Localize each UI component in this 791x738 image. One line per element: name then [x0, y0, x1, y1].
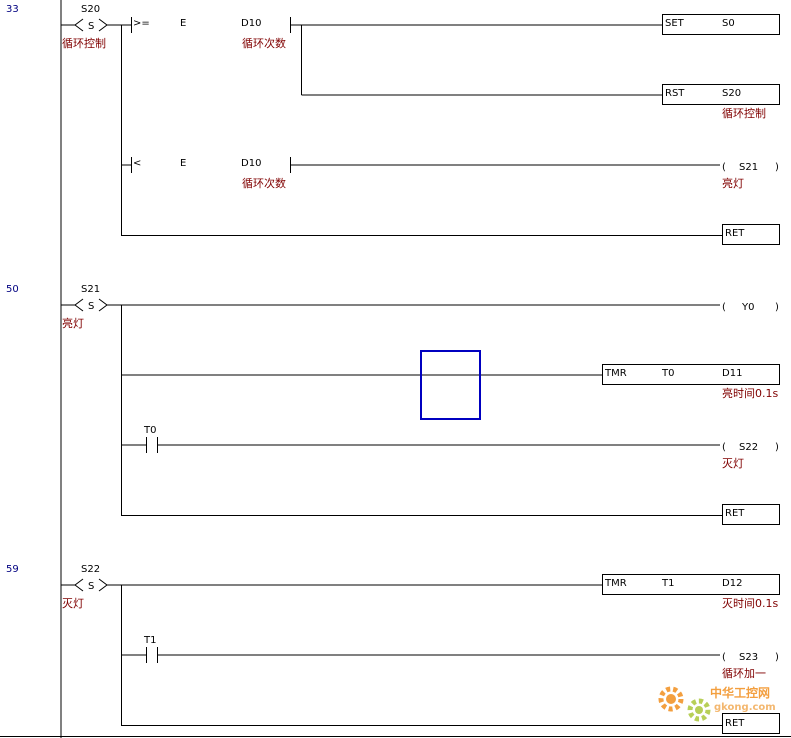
instruction-ret[interactable]: RET: [722, 504, 780, 525]
instruction-op: TMR: [604, 578, 627, 589]
instruction-tmr-t1[interactable]: TMR T1 D12 灭时间0.1s: [602, 574, 780, 611]
step-number-50: 50: [6, 284, 19, 295]
step-comment: 亮灯: [62, 316, 84, 330]
step-state-mark: S: [88, 301, 94, 312]
compare-operand-a: E: [180, 158, 186, 169]
step-ladder-s21[interactable]: S21 S 亮灯: [61, 284, 108, 330]
step-comment: 灭灯: [62, 597, 84, 610]
coil-close: ): [775, 162, 779, 173]
compare-comment: 循环次数: [242, 176, 286, 190]
coil-operand: S23: [739, 652, 758, 663]
coil-comment: 亮灯: [722, 176, 744, 190]
instruction-op: SET: [665, 18, 685, 29]
coil-s23[interactable]: ( S23 ) 循环加一: [722, 652, 779, 680]
instruction-rst[interactable]: RST S20 循环控制: [662, 84, 780, 121]
contact-label: T1: [143, 635, 156, 646]
instruction-box: [602, 574, 780, 595]
step-right-bracket: [98, 578, 108, 592]
coil-close: ): [775, 652, 779, 663]
editor-cursor[interactable]: [420, 350, 481, 420]
coil-operand: Y0: [741, 302, 754, 313]
ladder-diagram[interactable]: 33 S20 S 循环控制 >= E D10 循环次数 SET S0 RST S…: [0, 0, 791, 738]
instruction-comment: 循环控制: [722, 106, 766, 120]
watermark-name: 中华工控网: [710, 685, 770, 700]
coil-comment: 循环加一: [722, 667, 766, 680]
step-ladder-s22[interactable]: S22 S 灭灯: [61, 564, 108, 610]
watermark-url: gkong.com: [714, 702, 776, 713]
step-right-bracket: [98, 298, 108, 312]
instruction-op: RET: [725, 508, 745, 519]
gear-icon: [687, 698, 711, 722]
coil-open: (: [722, 162, 726, 173]
compare-operand-a: E: [180, 18, 186, 29]
step-number-59: 59: [6, 564, 19, 575]
instruction-arg: S20: [722, 88, 741, 99]
coil-y0[interactable]: ( Y0 ): [722, 302, 779, 313]
coil-close: ): [775, 302, 779, 313]
coil-operand: S21: [739, 162, 758, 173]
contact-label: T0: [143, 425, 156, 436]
instruction-op: RST: [665, 88, 685, 99]
step-state-mark: S: [88, 581, 94, 592]
step-left-bracket: [61, 578, 84, 586]
contact-t0[interactable]: T0: [121, 425, 158, 453]
coil-comment: 灭灯: [722, 457, 744, 470]
instruction-timer: T1: [661, 578, 674, 589]
step-left-bracket-lower: [74, 24, 84, 32]
instruction-arg: S0: [722, 18, 735, 29]
instruction-op: RET: [725, 718, 745, 729]
compare-operator: >=: [133, 18, 150, 29]
coil-open: (: [722, 652, 726, 663]
coil-operand: S22: [739, 442, 758, 453]
coil-s21[interactable]: ( S21 ) 亮灯: [722, 162, 779, 190]
step-left-bracket-lower: [74, 304, 84, 312]
coil-close: ): [775, 442, 779, 453]
step-number-33: 33: [6, 4, 19, 15]
instruction-box: [602, 364, 780, 385]
instruction-set[interactable]: SET S0: [662, 14, 780, 35]
compare-operand-b: D10: [241, 18, 261, 29]
compare-comment: 循环次数: [242, 36, 286, 50]
compare-operator: <: [133, 158, 141, 169]
instruction-value: D11: [722, 368, 742, 379]
step-left-bracket-lower: [74, 584, 84, 592]
coil-open: (: [722, 442, 726, 453]
step-state-label: S20: [81, 4, 100, 15]
coil-s22[interactable]: ( S22 ) 灭灯: [722, 442, 779, 470]
instruction-op: TMR: [604, 368, 627, 379]
compare-contact-ge[interactable]: >= E D10 循环次数: [121, 17, 291, 50]
instruction-op: RET: [725, 228, 745, 239]
step-comment: 循环控制: [62, 36, 106, 50]
coil-open: (: [722, 302, 726, 313]
instruction-timer: T0: [661, 368, 674, 379]
step-state-label: S21: [81, 284, 100, 295]
compare-operand-b: D10: [241, 158, 261, 169]
gear-icon: [658, 686, 684, 712]
instruction-ret[interactable]: RET: [722, 713, 780, 734]
step-left-bracket: [61, 18, 84, 26]
compare-contact-lt[interactable]: < E D10 循环次数: [121, 157, 291, 190]
step-ladder-s20[interactable]: S20 S 循环控制: [61, 4, 122, 50]
step-state-mark: S: [88, 21, 94, 32]
step-left-bracket: [61, 298, 84, 306]
instruction-tmr-t0[interactable]: TMR T0 D11 亮时间0.1s: [602, 364, 780, 401]
step-state-label: S22: [81, 564, 100, 575]
step-right-bracket: [98, 18, 108, 32]
instruction-value: D12: [722, 578, 742, 589]
instruction-ret[interactable]: RET: [722, 224, 780, 245]
instruction-comment: 灭时间0.1s: [722, 597, 778, 610]
instruction-comment: 亮时间0.1s: [722, 386, 778, 400]
contact-t1[interactable]: T1: [121, 635, 158, 663]
